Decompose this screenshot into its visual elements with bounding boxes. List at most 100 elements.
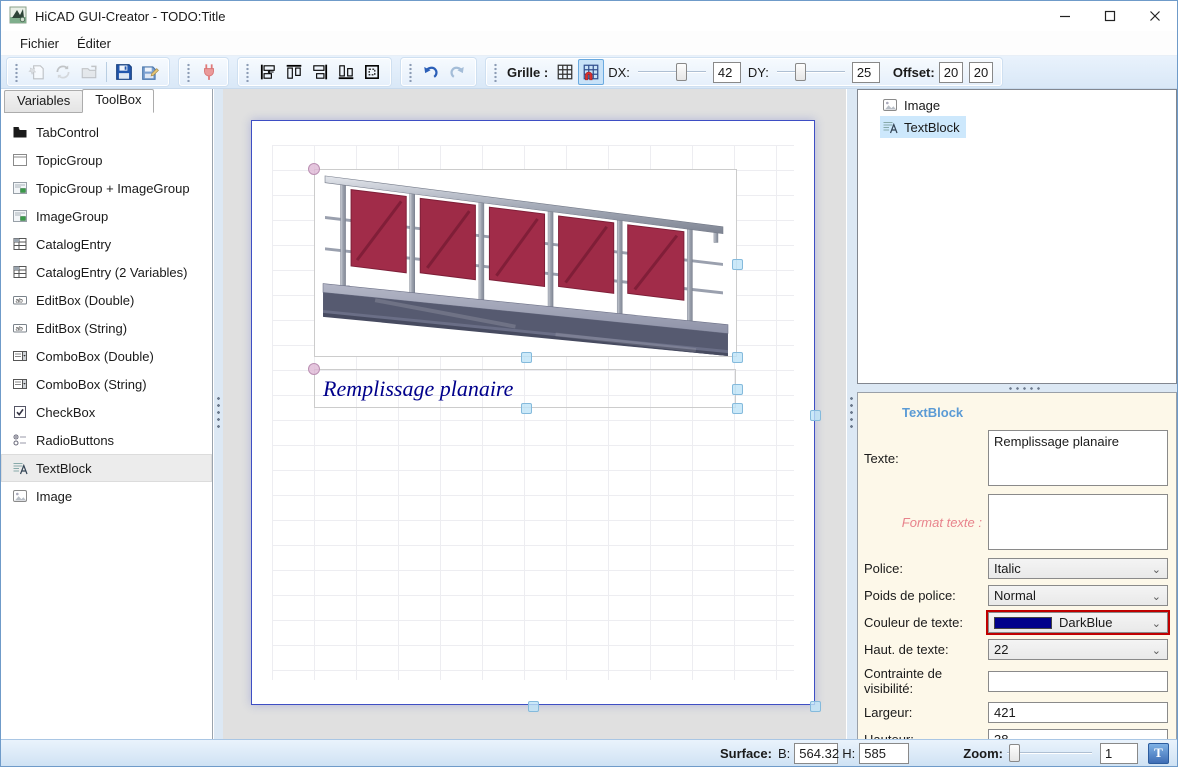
main-region: VariablesToolBox TabControlTopicGroupTop… (1, 89, 1178, 741)
undo-icon[interactable] (418, 59, 444, 85)
toolbox-item-catalogentry-2-variables-[interactable]: CatalogEntry (2 Variables) (1, 258, 212, 286)
toolbar-grip[interactable] (13, 62, 18, 82)
refresh-icon[interactable] (50, 59, 76, 85)
editbox-icon: ab (12, 320, 28, 336)
text-tool-button[interactable]: T (1148, 743, 1169, 764)
image-move-handle[interactable] (308, 163, 320, 175)
text-resize-bottom-handle[interactable] (521, 403, 532, 414)
toolbox-item-label: CheckBox (36, 405, 95, 420)
surface-b-input[interactable]: 564.32 (794, 743, 838, 764)
prop-police-combo[interactable]: Italic⌄ (988, 558, 1168, 579)
toolbox-item-imagegroup[interactable]: ImageGroup (1, 202, 212, 230)
new-icon[interactable] (24, 59, 50, 85)
grid-snap-icon[interactable] (578, 59, 604, 85)
toolbox-item-tabcontrol[interactable]: TabControl (1, 118, 212, 146)
right-splitter[interactable] (847, 89, 857, 741)
import-icon[interactable] (76, 59, 102, 85)
image-resize-right-handle[interactable] (732, 259, 743, 270)
combobox-icon (12, 376, 28, 392)
plug-icon[interactable] (196, 59, 222, 85)
save-icon[interactable] (111, 59, 137, 85)
page-resize-right-handle[interactable] (810, 410, 821, 421)
prop-couleur-de-texte-combo[interactable]: DarkBlue⌄ (988, 612, 1168, 633)
toolbox-item-image[interactable]: Image (1, 482, 212, 510)
maximize-icon[interactable] (1087, 1, 1132, 31)
prop-largeur-input[interactable]: 421 (988, 702, 1168, 723)
align-left-icon[interactable] (255, 59, 281, 85)
tree-item-image[interactable]: Image (880, 94, 946, 116)
align-bottom-icon[interactable] (333, 59, 359, 85)
horizontal-splitter[interactable] (857, 384, 1177, 392)
toolbar-grip[interactable] (407, 62, 412, 82)
toolbox-item-combobox-double-[interactable]: ComboBox (Double) (1, 342, 212, 370)
offset-x-input[interactable]: 20 (939, 62, 963, 83)
menu-editer[interactable]: Éditer (68, 33, 120, 54)
toolbox-item-topicgroup[interactable]: TopicGroup (1, 146, 212, 174)
toolbox-item-label: ComboBox (String) (36, 377, 147, 392)
page-resize-corner-handle[interactable] (810, 701, 821, 712)
menu-fichier[interactable]: Fichier (11, 33, 68, 54)
design-surface[interactable]: Remplissage planaire (251, 120, 815, 705)
text-resize-right-handle[interactable] (732, 384, 743, 395)
prop-texte-textarea[interactable]: Remplissage planaire (988, 430, 1168, 486)
dy-input[interactable]: 25 (852, 62, 880, 83)
prop-label-format-texte: Format texte : (864, 515, 988, 530)
toolbox-item-checkbox[interactable]: CheckBox (1, 398, 212, 426)
prop-contrainte-visibilite-input[interactable] (988, 671, 1168, 692)
align-top-icon[interactable] (281, 59, 307, 85)
text-move-handle[interactable] (308, 363, 320, 375)
window-title: HiCAD GUI-Creator - TODO:Title (35, 9, 225, 24)
design-canvas[interactable]: Remplissage planaire (223, 89, 846, 741)
left-tabs: VariablesToolBox (1, 89, 153, 113)
toolbox-item-textblock[interactable]: TextBlock (1, 454, 212, 482)
topicgroup-icon (12, 152, 28, 168)
toolbox-item-label: ComboBox (Double) (36, 349, 154, 364)
toolbar-grip[interactable] (244, 62, 249, 82)
prop-poids-de-police-combo[interactable]: Normal⌄ (988, 585, 1168, 606)
align-right-icon[interactable] (307, 59, 333, 85)
redo-icon[interactable] (444, 59, 470, 85)
page-resize-bottom-handle[interactable] (528, 701, 539, 712)
toolbox-list: TabControlTopicGroupTopicGroup + ImageGr… (1, 114, 212, 741)
properties-title: TextBlock (902, 405, 1168, 420)
toolbar-grip[interactable] (492, 62, 497, 82)
toolbar-group-file (7, 58, 169, 86)
offset-y-input[interactable]: 20 (969, 62, 993, 83)
dx-slider[interactable] (638, 62, 706, 82)
image-resize-bottom-handle[interactable] (521, 352, 532, 363)
surface-h-input[interactable]: 585 (859, 743, 909, 764)
toolbox-item-label: ImageGroup (36, 209, 108, 224)
minimize-icon[interactable] (1042, 1, 1087, 31)
color-swatch (994, 617, 1052, 629)
toolbox-item-catalogentry[interactable]: CatalogEntry (1, 230, 212, 258)
zoom-input[interactable]: 1 (1100, 743, 1138, 764)
image-element[interactable] (314, 169, 737, 357)
zoom-label: Zoom: (963, 746, 1003, 761)
prop-format-texte-textarea[interactable] (988, 494, 1168, 550)
chevron-down-icon: ⌄ (1152, 617, 1161, 630)
toolbox-item-editbox-string-[interactable]: abEditBox (String) (1, 314, 212, 342)
railing-image (315, 170, 736, 356)
chevron-down-icon: ⌄ (1152, 644, 1161, 657)
dx-input[interactable]: 42 (713, 62, 741, 83)
toolbar-grip[interactable] (185, 62, 190, 82)
prop-haut-de-texte-combo[interactable]: 22⌄ (988, 639, 1168, 660)
text-resize-corner-handle[interactable] (732, 403, 743, 414)
toolbox-item-radiobuttons[interactable]: RadioButtons (1, 426, 212, 454)
image-resize-corner-handle[interactable] (732, 352, 743, 363)
tab-variables[interactable]: Variables (4, 90, 83, 113)
zoom-slider[interactable] (1007, 743, 1092, 763)
toolbox-item-editbox-double-[interactable]: abEditBox (Double) (1, 286, 212, 314)
tree-item-textblock[interactable]: TextBlock (880, 116, 966, 138)
save-as-icon[interactable] (137, 59, 163, 85)
tab-toolbox[interactable]: ToolBox (82, 89, 154, 113)
same-size-icon[interactable] (359, 59, 385, 85)
grille-label: Grille : (507, 65, 548, 80)
combobox-icon (12, 348, 28, 364)
close-icon[interactable] (1132, 1, 1177, 31)
dy-slider[interactable] (777, 62, 845, 82)
toolbox-item-topicgroup-imagegroup[interactable]: TopicGroup + ImageGroup (1, 174, 212, 202)
toolbox-item-combobox-string-[interactable]: ComboBox (String) (1, 370, 212, 398)
textblock-icon (882, 119, 898, 135)
grid-icon[interactable] (552, 59, 578, 85)
